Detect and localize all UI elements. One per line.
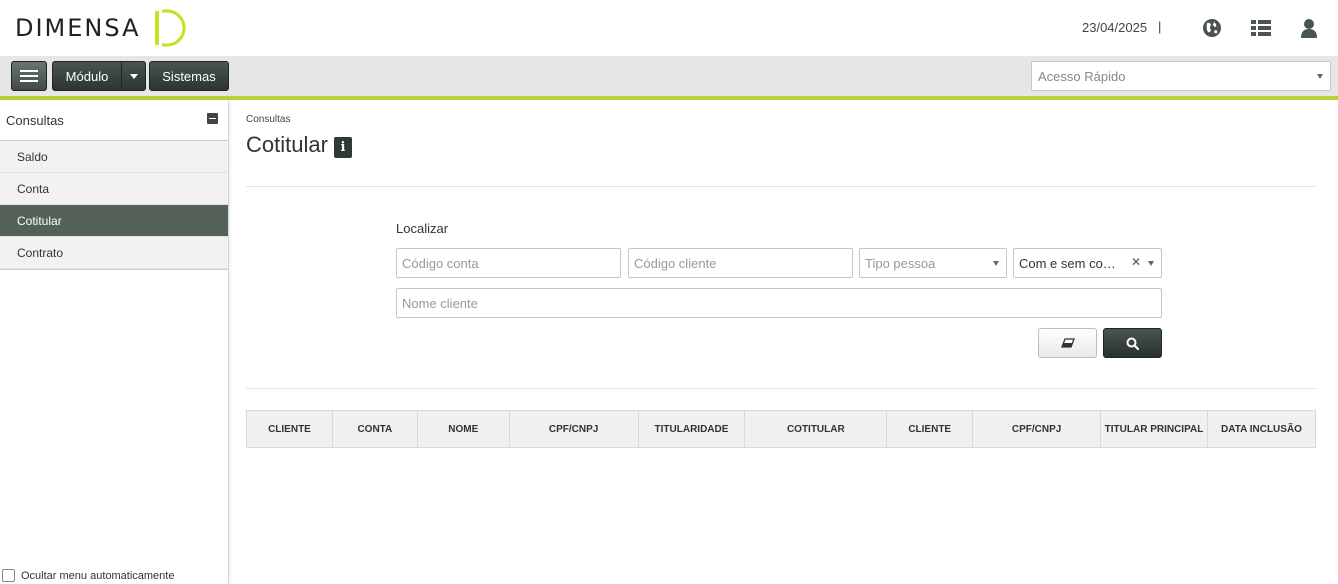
page-title: Cotitular	[246, 132, 328, 157]
clear-selection-icon[interactable]: ✕	[1131, 255, 1141, 269]
info-icon[interactable]: i	[334, 137, 352, 158]
auto-hide-menu-option: Ocultar menu automaticamente	[2, 569, 174, 582]
main-toolbar: Módulo Sistemas Acesso Rápido	[0, 56, 1338, 96]
brand-name: DIMENSA	[15, 14, 141, 42]
column-header-titularidade[interactable]: TITULARIDADE	[638, 410, 746, 448]
auto-hide-menu-checkbox[interactable]	[2, 569, 15, 582]
search-button[interactable]	[1103, 328, 1162, 358]
column-header-cpf-cnpj[interactable]: CPF/CNPJ	[509, 410, 639, 448]
sidebar-item-label: Cotitular	[17, 214, 62, 228]
modulo-button[interactable]: Módulo	[52, 61, 122, 91]
modulo-label: Módulo	[65, 68, 109, 84]
codigo-cliente-input[interactable]: Código cliente	[628, 248, 853, 278]
tipo-pessoa-select[interactable]: Tipo pessoa	[859, 248, 1007, 278]
table-header-row: CLIENTE CONTA NOME CPF/CNPJ TITULARIDADE…	[246, 410, 1316, 448]
column-header-cpf-cnpj-cotitular[interactable]: CPF/CNPJ	[972, 410, 1101, 448]
localizar-label: Localizar	[396, 221, 449, 236]
sidebar-item-label: Saldo	[17, 150, 48, 164]
column-header-conta[interactable]: CONTA	[332, 410, 418, 448]
caret-down-icon	[1148, 261, 1154, 266]
hamburger-menu-button[interactable]	[11, 61, 47, 91]
column-header-cotitular[interactable]: COTITULAR	[744, 410, 888, 448]
current-date: 23/04/2025	[1082, 20, 1148, 35]
search-icon	[1126, 337, 1139, 350]
acesso-rapido-select[interactable]: Acesso Rápido	[1031, 61, 1331, 91]
codigo-conta-input[interactable]: Código conta	[396, 248, 621, 278]
sistemas-label: Sistemas	[162, 68, 216, 84]
sidebar-title: Consultas	[6, 113, 64, 128]
sidebar-item-label: Conta	[17, 182, 50, 196]
sidebar-item-contrato[interactable]: Contrato	[0, 237, 228, 269]
results-table: CLIENTE CONTA NOME CPF/CNPJ TITULARIDADE…	[246, 410, 1316, 448]
tipo-pessoa-placeholder: Tipo pessoa	[865, 256, 936, 271]
collapse-minus-icon[interactable]	[207, 113, 218, 124]
sistemas-button[interactable]: Sistemas	[149, 61, 229, 91]
globe-icon[interactable]	[1201, 17, 1223, 39]
caret-down-icon	[1317, 74, 1323, 79]
nome-cliente-input[interactable]: Nome cliente	[396, 288, 1162, 318]
modulo-dropdown-toggle[interactable]	[121, 61, 146, 91]
codigo-cliente-placeholder: Código cliente	[634, 256, 717, 271]
hamburger-icon	[20, 67, 38, 85]
column-header-nome[interactable]: NOME	[417, 410, 510, 448]
dimensa-logo[interactable]: DIMENSA	[15, 8, 188, 48]
column-header-titular-principal[interactable]: TITULAR PRINCIPAL	[1100, 410, 1208, 448]
eraser-icon	[1060, 338, 1075, 348]
cotitular-filter-value: Com e sem co…	[1019, 256, 1116, 271]
cotitular-filter-select[interactable]: Com e sem co… ✕	[1013, 248, 1162, 278]
list-icon[interactable]	[1250, 17, 1272, 39]
user-icon[interactable]	[1298, 17, 1320, 39]
codigo-conta-placeholder: Código conta	[402, 256, 479, 271]
sidebar-header: Consultas	[0, 100, 228, 141]
dimensa-d-logo-icon	[155, 9, 186, 47]
breadcrumb[interactable]: Consultas	[246, 114, 290, 125]
column-header-data-inclusao[interactable]: DATA INCLUSÃO	[1207, 411, 1315, 448]
column-header-cliente[interactable]: CLIENTE	[246, 410, 333, 448]
clear-filters-button[interactable]	[1038, 328, 1097, 358]
nome-cliente-placeholder: Nome cliente	[402, 296, 478, 311]
divider	[246, 186, 1316, 187]
sidebar-item-label: Contrato	[17, 246, 64, 260]
caret-down-icon	[129, 73, 138, 79]
header-separator: |	[1158, 19, 1162, 34]
caret-down-icon	[993, 261, 999, 266]
sidebar-item-conta[interactable]: Conta	[0, 173, 228, 205]
acesso-rapido-placeholder: Acesso Rápido	[1038, 69, 1126, 84]
sidebar-item-cotitular[interactable]: Cotitular	[0, 205, 228, 237]
auto-hide-menu-label: Ocultar menu automaticamente	[21, 569, 175, 582]
divider	[246, 388, 1316, 389]
column-header-cliente-cotitular[interactable]: CLIENTE	[886, 410, 974, 448]
app-header: DIMENSA 23/04/2025 |	[0, 0, 1338, 56]
sidebar-item-saldo[interactable]: Saldo	[0, 141, 228, 173]
sidebar: Consultas Saldo Conta Cotitular Contrato…	[0, 100, 229, 584]
